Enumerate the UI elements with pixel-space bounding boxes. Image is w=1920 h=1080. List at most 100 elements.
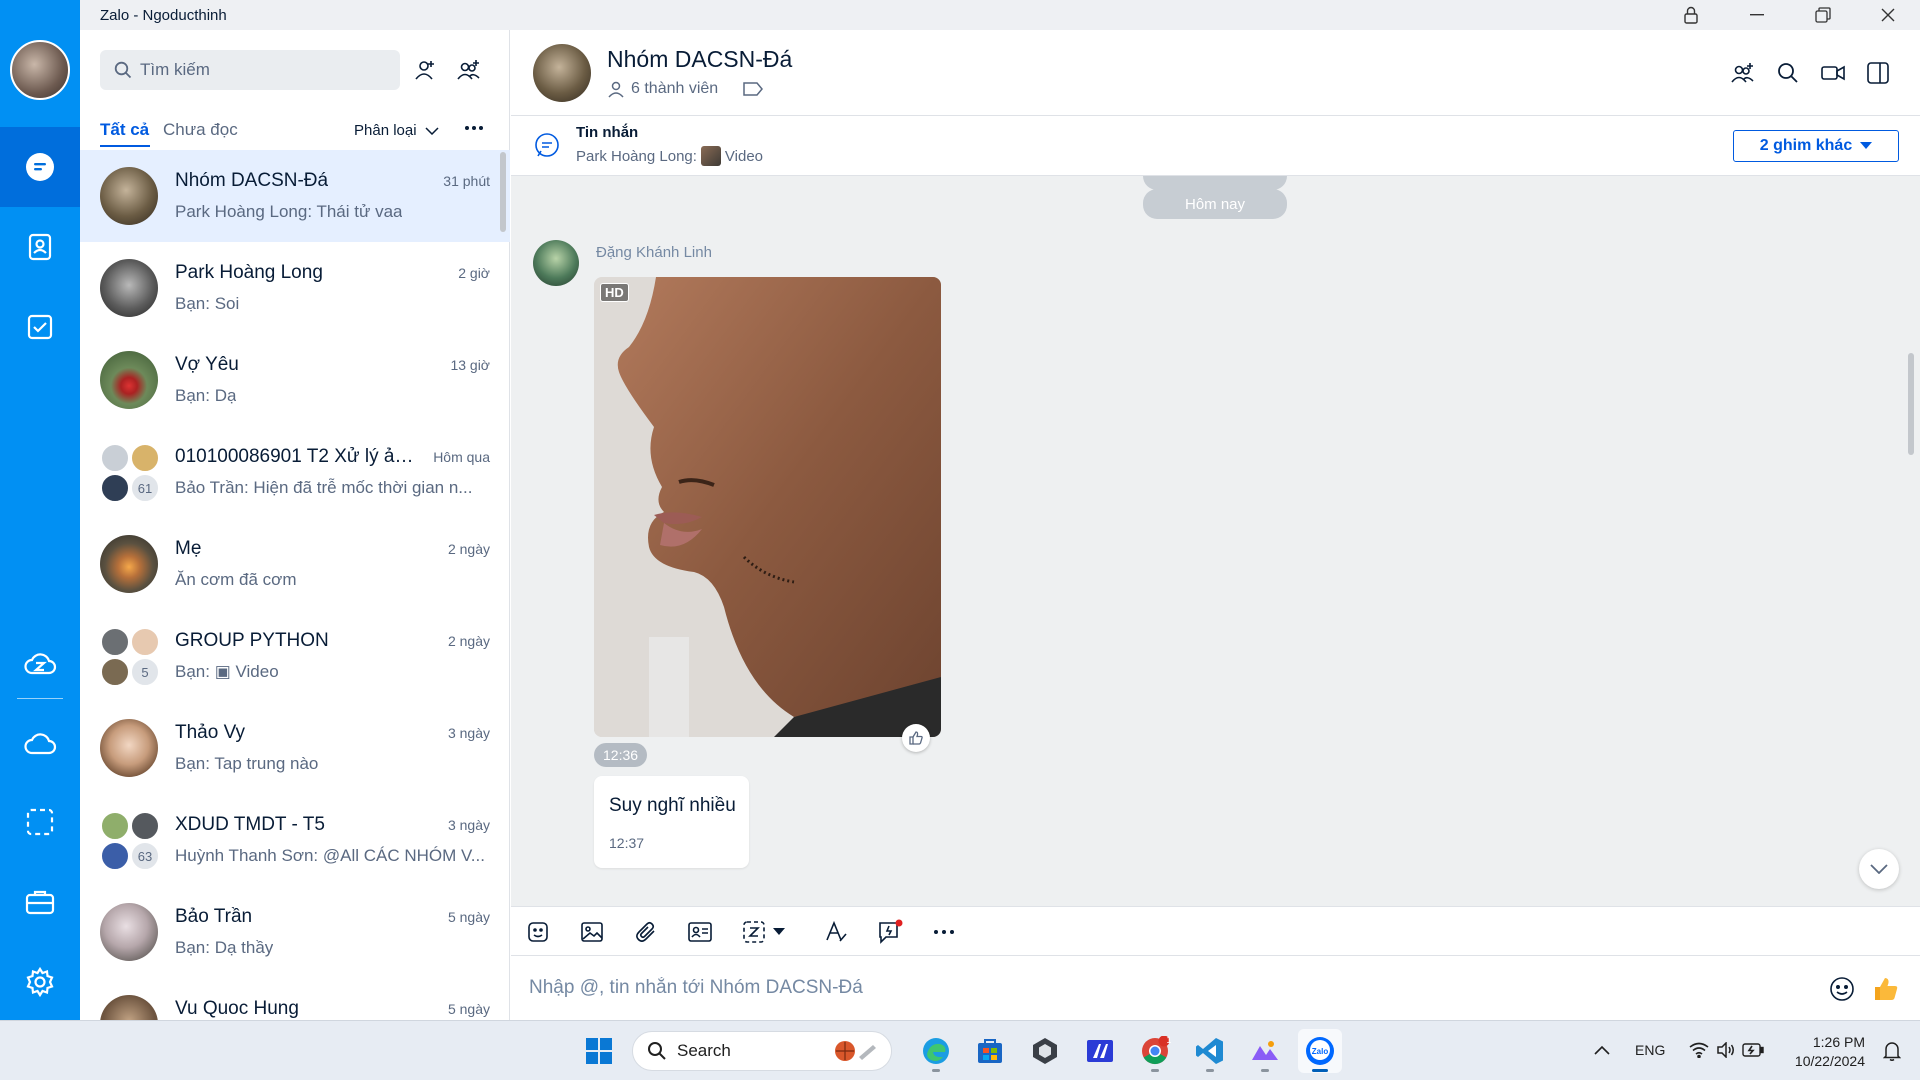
group-avatar[interactable] [533,44,591,102]
image-button[interactable] [575,916,609,948]
user-avatar[interactable] [10,40,70,100]
attach-file-button[interactable] [629,916,663,948]
photo-message[interactable]: HD [594,277,941,737]
emoji-button[interactable] [1825,972,1859,1006]
settings-nav-icon[interactable] [0,942,80,1022]
search-chat-button[interactable] [1771,56,1805,90]
tag-icon[interactable] [742,81,764,97]
member-avatar [100,811,130,841]
chevron-up-icon[interactable] [1594,1045,1610,1055]
conversation-item[interactable]: Vu Quoc Hung 5 ngày [80,978,510,1020]
member-avatar [130,627,160,657]
video-call-button[interactable] [1816,56,1850,90]
text-format-button[interactable] [819,916,853,948]
contacts-nav-icon[interactable] [0,207,80,287]
photos-app-icon[interactable] [1243,1029,1287,1073]
conversation-item[interactable]: 5 GROUP PYTHON 2 ngày Bạn: ▣ Video [80,610,510,702]
more-options-button[interactable] [464,118,484,138]
text-message-bubble[interactable]: Suy nghĩ nhiều 12:37 [594,776,749,868]
start-button[interactable] [577,1029,621,1073]
quick-message-button[interactable] [873,916,907,948]
chat-title[interactable]: Nhóm DACSN-Đá [607,46,792,73]
wifi-icon[interactable] [1689,1042,1709,1058]
sticker-button[interactable] [521,916,555,948]
conversation-preview: Bạn: Soi [175,294,240,313]
message-composer [511,956,1920,1020]
send-like-button[interactable] [1869,972,1903,1006]
notification-bell-icon[interactable] [1883,1041,1901,1061]
conversation-name: Thảo Vy [175,722,246,743]
screenshot-button[interactable] [737,916,771,948]
sticker-icon [528,922,548,942]
classify-label: Phân loại [354,122,417,139]
todo-nav-icon[interactable] [0,287,80,367]
more-tools-button[interactable] [927,916,961,948]
conversation-time: 2 ngày [447,633,490,649]
message-input[interactable] [529,972,1729,1004]
group-avatar: 61 [100,443,160,503]
editor-app-icon[interactable] [1078,1029,1122,1073]
chat-scrollbar[interactable] [1908,353,1914,455]
conversation-item[interactable]: Vợ Yêu 13 giờ Bạn: Dạ [80,334,510,426]
conversation-item[interactable]: 63 XDUD TMDT - T5 3 ngày Huỳnh Thanh Sơn… [80,794,510,886]
unity-app-icon[interactable] [1023,1029,1067,1073]
sender-name: Đặng Khánh Linh [596,244,712,261]
active-tab-indicator [100,145,150,147]
lock-icon[interactable] [1663,0,1719,30]
close-button[interactable] [1860,0,1916,30]
conversation-item[interactable]: Bảo Trần 5 ngày Bạn: Dạ thầy [80,886,510,978]
edge-app-icon[interactable] [914,1029,958,1073]
tab-all[interactable]: Tất cả [100,120,149,140]
search-box[interactable]: Tìm kiếm [100,50,400,90]
messages-nav-icon[interactable] [0,127,80,207]
list-scrollbar[interactable] [500,152,506,232]
vscode-app-icon[interactable] [1188,1029,1232,1073]
battery-icon[interactable] [1742,1043,1764,1057]
more-icon [934,930,954,934]
system-clock[interactable]: 1:26 PM 10/22/2024 [1785,1033,1865,1071]
minimize-button[interactable] [1729,0,1785,30]
store-app-icon[interactable] [968,1029,1012,1073]
taskbar-search[interactable]: Search [632,1031,892,1071]
nav-divider [17,698,63,699]
conversation-item[interactable]: Mẹ 2 ngày Ăn cơm đã cơm [80,518,510,610]
more-pins-button[interactable]: 2 ghim khác [1733,130,1899,162]
more-pins-label: 2 ghim khác [1759,137,1853,154]
restore-button[interactable] [1795,0,1851,30]
add-friend-button[interactable] [410,54,442,86]
conversation-item[interactable]: Thảo Vy 3 ngày Bạn: Tap trung nào [80,702,510,794]
toolbox-nav-icon[interactable] [0,862,80,942]
conversation-item[interactable]: Park Hoàng Long 2 giờ Bạn: Soi [80,242,510,334]
conversation-name: Mẹ [175,538,202,559]
pinned-message-bar[interactable]: Tin nhắn Park Hoàng Long: Video 2 ghim k… [511,116,1920,176]
classify-dropdown[interactable]: Phân loại [354,122,439,139]
volume-icon[interactable] [1716,1042,1736,1058]
conversation-item[interactable]: 61 010100086901 T2 Xử lý ản... Hôm qua B… [80,426,510,518]
tab-unread[interactable]: Chưa đọc [163,120,238,140]
chrome-app-icon[interactable]: 1 [1133,1029,1177,1073]
zalo-app-icon[interactable]: Zalo [1298,1029,1342,1073]
toggle-info-panel-button[interactable] [1861,56,1895,90]
scroll-to-bottom-button[interactable] [1859,849,1899,889]
like-button[interactable] [902,724,930,752]
member-count-badge: 63 [130,841,160,871]
screenshot-options-button[interactable] [769,916,789,948]
conversation-name: Nhóm DACSN-Đá [175,170,329,191]
conversation-name: GROUP PYTHON [175,630,329,651]
cloud-nav-icon[interactable] [0,703,80,783]
group-avatar: 5 [100,627,160,687]
screenshot-nav-icon[interactable] [0,782,80,862]
create-group-button[interactable] [453,54,485,86]
member-info[interactable]: 6 thành viên [607,80,764,98]
chevron-down-icon [1870,864,1888,874]
conversation-preview: Huỳnh Thanh Sơn: @All CÁC NHÓM V... [175,846,485,865]
zcloud-nav-icon[interactable] [0,623,80,703]
running-indicator [1206,1069,1214,1072]
conversation-item[interactable]: Nhóm DACSN-Đá 31 phút Park Hoàng Long: T… [80,150,510,242]
sender-avatar[interactable] [533,240,579,286]
contact-card-button[interactable] [683,916,717,948]
language-indicator[interactable]: ENG [1635,1042,1665,1058]
message-timestamp: 12:37 [609,835,645,851]
add-member-button[interactable] [1726,56,1760,90]
message-area: Hôm nay Đặng Khánh Linh HD 12:36 Suy ngh… [511,176,1920,906]
